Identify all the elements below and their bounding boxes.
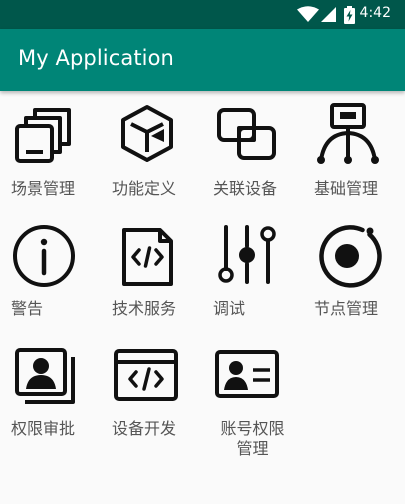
grid-item-label: 关联设备 [213,179,278,198]
label-line-2: 管理 [236,439,269,458]
grid-item-scene-manage[interactable]: 场景管理 [0,100,101,210]
app-bar: My Application [0,29,405,91]
cube-icon [101,100,202,180]
grid-item-label: 功能定义 [112,179,177,198]
app-title: My Application [18,46,174,70]
code-window-icon [101,340,202,420]
status-time: 4:42 [359,5,391,21]
grid-item-basic-manage[interactable]: 基础管理 [303,100,404,210]
network-node-icon [303,100,404,180]
grid-item-label: 基础管理 [314,179,379,198]
info-alert-icon [0,220,101,300]
wifi-icon [297,6,319,27]
grid-item-linked-devices[interactable]: 关联设备 [202,100,303,210]
battery-charging-icon [344,6,355,28]
grid-item-device-develop[interactable]: 设备开发 [101,340,202,450]
scene-manage-icon [0,100,101,180]
grid-item-tech-service[interactable]: 技术服务 [101,220,202,330]
grid-item-label: 技术服务 [112,299,177,318]
grid-item-label: 账号权限 管理 [202,419,303,459]
grid-item-alert[interactable]: 警告 [0,220,101,330]
grid-item-label: 节点管理 [314,299,379,318]
grid-item-account-permission[interactable]: 账号权限 管理 [202,340,303,470]
signal-icon [320,6,337,27]
grid-item-label: 场景管理 [11,179,76,198]
user-cards-icon [0,340,101,420]
grid-item-label: 权限审批 [11,419,76,438]
id-card-icon [202,340,303,420]
status-bar: 4:42 [0,0,405,29]
code-file-icon [101,220,202,300]
node-ring-icon [303,220,404,300]
grid-item-permission-approval[interactable]: 权限审批 [0,340,101,450]
label-line-1: 账号权限 [220,419,285,438]
grid-item-function-define[interactable]: 功能定义 [101,100,202,210]
grid-item-label: 调试 [213,299,246,318]
grid-item-label: 警告 [11,299,44,318]
grid-item-label: 设备开发 [112,419,177,438]
grid-item-debug[interactable]: 调试 [202,220,303,330]
sliders-icon [202,220,303,300]
grid-item-node-manage[interactable]: 节点管理 [303,220,404,330]
linked-devices-icon [202,100,303,180]
